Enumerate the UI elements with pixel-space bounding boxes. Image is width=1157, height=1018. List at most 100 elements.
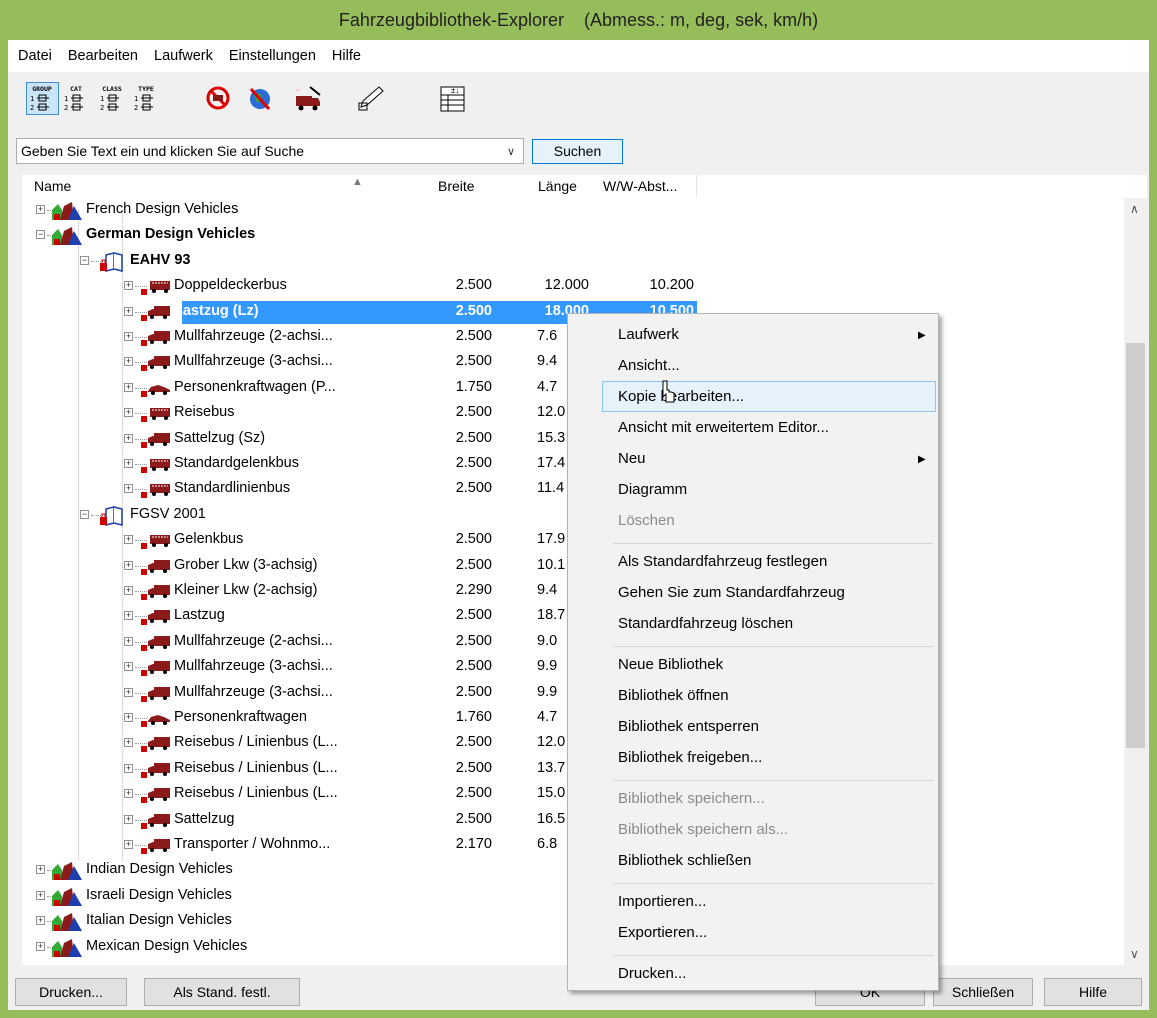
menu-laufwerk[interactable]: Laufwerk: [154, 48, 213, 64]
wheelbase-value: 10.200: [649, 277, 694, 294]
no-filter-button[interactable]: [201, 82, 234, 115]
context-item-laufwerk[interactable]: Laufwerk ▶: [618, 326, 926, 352]
expand-icon[interactable]: +: [124, 611, 133, 621]
tree-group-row[interactable]: − German Design Vehicles: [22, 223, 1122, 248]
set-default-button[interactable]: Als Stand. festl.: [144, 978, 300, 1006]
world-filter-button[interactable]: [244, 82, 277, 115]
expand-icon[interactable]: +: [36, 941, 45, 951]
scroll-up-icon[interactable]: ∧: [1130, 202, 1139, 216]
menu-bearbeiten[interactable]: Bearbeiten: [68, 48, 138, 64]
scroll-thumb[interactable]: [1126, 343, 1145, 748]
tree-item-name: Mullfahrzeuge (3-achsi...: [174, 683, 333, 700]
class-view-button[interactable]: CLASS 1 2: [96, 82, 129, 115]
expand-icon[interactable]: +: [124, 586, 133, 595]
context-item-als-standardfahrzeug-festlegen[interactable]: Als Standardfahrzeug festlegen: [618, 553, 827, 579]
menu-einstellungen[interactable]: Einstellungen: [229, 48, 316, 64]
expand-icon[interactable]: +: [124, 382, 133, 392]
context-item-importieren[interactable]: Importieren...: [618, 893, 706, 919]
context-item-neu[interactable]: Neu ▶: [618, 450, 926, 476]
collapse-icon[interactable]: −: [36, 230, 45, 240]
context-item-bibliothek-schließen[interactable]: Bibliothek schließen: [618, 852, 751, 878]
columns-button[interactable]: ±↓: [436, 82, 469, 115]
expand-icon[interactable]: +: [124, 662, 133, 672]
expand-icon[interactable]: +: [124, 814, 133, 824]
menu-datei[interactable]: Datei: [18, 48, 52, 64]
collapse-icon[interactable]: −: [80, 255, 89, 265]
submenu-arrow-icon: ▶: [918, 330, 926, 341]
context-item-exportieren[interactable]: Exportieren...: [618, 924, 707, 950]
vehicle-group-icon: [50, 886, 84, 911]
library-book-icon: [94, 251, 128, 276]
toolbar-button-label: CLASS: [102, 85, 122, 93]
width-value: 2.500: [455, 785, 492, 802]
context-item-bibliothek-entsperren[interactable]: Bibliothek entsperren: [618, 718, 759, 744]
expand-icon[interactable]: +: [124, 636, 133, 646]
tree-library-row[interactable]: − EAHV 93: [22, 249, 1122, 274]
expand-icon[interactable]: +: [124, 484, 133, 494]
bus-icon: [138, 403, 172, 426]
truck-icon: [138, 581, 172, 604]
col-name[interactable]: Name: [34, 178, 71, 194]
expand-icon[interactable]: +: [124, 763, 133, 773]
context-item-drucken[interactable]: Drucken...: [618, 965, 686, 991]
expand-icon[interactable]: +: [36, 205, 45, 214]
expand-icon[interactable]: +: [124, 433, 133, 443]
expand-icon[interactable]: +: [124, 306, 133, 316]
context-item-gehen-sie-zum-standardfahrzeug[interactable]: Gehen Sie zum Standardfahrzeug: [618, 584, 845, 610]
expand-icon[interactable]: +: [124, 408, 133, 418]
search-input[interactable]: Geben Sie Text ein und klicken Sie auf S…: [16, 138, 524, 164]
expand-icon[interactable]: +: [36, 865, 45, 875]
toolbar-button-label: GROUP: [32, 85, 52, 93]
menu-hilfe[interactable]: Hilfe: [332, 48, 361, 64]
close-button[interactable]: Schließen: [933, 978, 1033, 1006]
vehicle-button[interactable]: ··: [291, 82, 324, 115]
context-item-bibliothek-freigeben[interactable]: Bibliothek freigeben...: [618, 749, 762, 775]
print-button[interactable]: Drucken...: [15, 978, 127, 1006]
expand-icon[interactable]: +: [124, 687, 133, 697]
search-button[interactable]: Suchen: [532, 139, 623, 164]
width-value: 2.500: [455, 683, 492, 700]
vertical-scrollbar[interactable]: ∧ ∨: [1124, 198, 1147, 965]
cat-view-button[interactable]: CAT 1 2: [60, 82, 93, 115]
tree-group-row[interactable]: + French Design Vehicles: [22, 198, 1122, 223]
expand-icon[interactable]: +: [124, 738, 133, 748]
group-view-button[interactable]: GROUP 1 2: [26, 82, 59, 115]
context-item-bibliothek-öffnen[interactable]: Bibliothek öffnen: [618, 687, 729, 713]
width-value: 2.500: [455, 328, 492, 344]
edit-button[interactable]: [354, 82, 387, 115]
tree-vehicle-row[interactable]: + Doppeldeckerbus 2.500 12.000 10.200: [22, 274, 1122, 299]
context-item-standardfahrzeug-löschen[interactable]: Standardfahrzeug löschen: [618, 615, 793, 641]
col-breite[interactable]: Breite: [438, 178, 475, 194]
expand-icon[interactable]: +: [124, 332, 133, 341]
type-view-button[interactable]: TYPE 1 2: [130, 82, 163, 115]
truck-icon: [138, 632, 172, 655]
tree-item-name: German Design Vehicles: [86, 226, 256, 243]
context-item-diagramm[interactable]: Diagramm: [618, 481, 687, 507]
expand-icon[interactable]: +: [124, 789, 133, 799]
expand-icon[interactable]: +: [124, 281, 133, 291]
context-item-label: Als Standardfahrzeug festlegen: [618, 553, 828, 570]
context-menu: Laufwerk ▶ Ansicht... Kopie bearbeiten... An…: [567, 313, 939, 991]
expand-icon[interactable]: +: [36, 890, 45, 900]
col-laenge[interactable]: Länge: [538, 178, 577, 194]
width-value: 2.500: [455, 734, 492, 751]
expand-icon[interactable]: +: [124, 713, 133, 722]
expand-icon[interactable]: +: [124, 459, 133, 468]
scroll-down-icon[interactable]: ∨: [1130, 947, 1139, 961]
expand-icon[interactable]: +: [124, 560, 133, 570]
context-item-kopie-bearbeiten[interactable]: Kopie bearbeiten...: [618, 388, 744, 414]
context-item-ansicht-mit-erweitertem-editor[interactable]: Ansicht mit erweitertem Editor...: [618, 419, 829, 445]
context-item-neue-bibliothek[interactable]: Neue Bibliothek: [618, 656, 723, 682]
collapse-icon[interactable]: −: [80, 509, 89, 519]
col-wheelbase[interactable]: W/W-Abst...: [603, 178, 677, 194]
truck-icon: [138, 352, 172, 375]
expand-icon[interactable]: +: [36, 916, 45, 926]
truck-icon: [138, 606, 172, 629]
expand-icon[interactable]: +: [124, 357, 133, 367]
chevron-down-icon[interactable]: ∨: [507, 140, 515, 164]
expand-icon[interactable]: +: [124, 535, 133, 545]
expand-icon[interactable]: +: [124, 840, 133, 849]
help-button[interactable]: Hilfe: [1044, 978, 1142, 1006]
width-value: 2.170: [455, 836, 492, 852]
width-value: 2.500: [455, 302, 492, 319]
